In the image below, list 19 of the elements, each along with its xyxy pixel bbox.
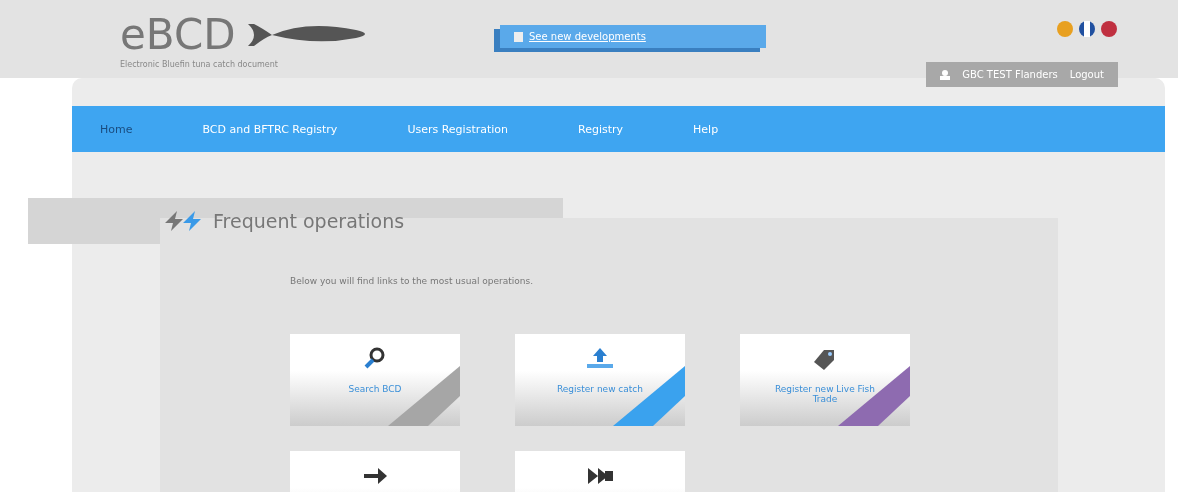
user-name: GBC TEST Flanders: [962, 69, 1058, 80]
nav-link[interactable]: Home: [100, 122, 133, 136]
user-icon: [940, 69, 951, 80]
flag-icon[interactable]: [1078, 20, 1096, 38]
arrows-icon: [163, 209, 203, 233]
nav-link[interactable]: Registry: [578, 122, 624, 136]
nav-link[interactable]: BCD and BFTRC Registry: [202, 122, 338, 136]
document-icon: [514, 31, 523, 42]
nav-link[interactable]: Users Registration: [407, 122, 509, 136]
flag-icon[interactable]: [1100, 20, 1118, 38]
nav-link[interactable]: Help: [693, 122, 719, 136]
operation-tile[interactable]: Register new catch: [515, 334, 685, 426]
operation-tile[interactable]: Search BCD: [290, 334, 460, 426]
operation-tile[interactable]: Register new Live Fish Trade: [740, 334, 910, 426]
logo-text: eBCD: [120, 14, 236, 56]
logo-tagline: Electronic Bluefin tuna catch document: [120, 60, 279, 69]
section-title: Frequent operations: [213, 210, 405, 232]
intro-text: Below you will find links to the most usual operations.: [290, 276, 535, 286]
logout-link[interactable]: Logout: [1069, 69, 1104, 80]
